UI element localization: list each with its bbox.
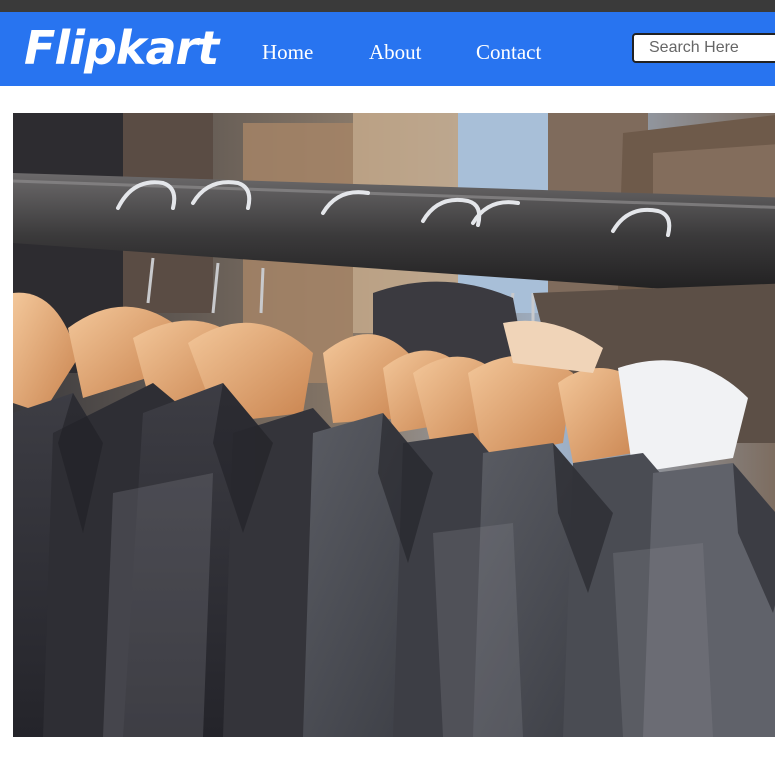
browser-top-strip [0, 0, 775, 12]
nav-link-about[interactable]: About [369, 40, 422, 64]
search-input[interactable] [632, 33, 775, 63]
flipkart-logo[interactable]: Flipkart [24, 18, 219, 78]
hero-clothes-rack-image [13, 113, 775, 737]
hero-image [13, 113, 775, 737]
navbar: Flipkart Home About Contact [0, 12, 775, 86]
nav-link-home[interactable]: Home [262, 40, 313, 64]
nav-link-contact[interactable]: Contact [476, 40, 541, 64]
